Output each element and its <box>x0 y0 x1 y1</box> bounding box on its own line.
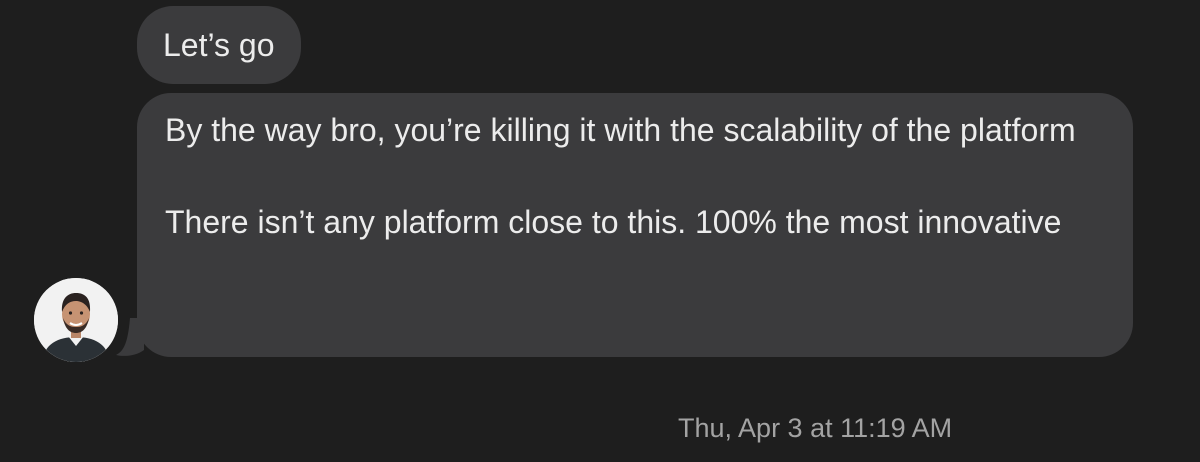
message-text: There isn’t any platform close to this. … <box>165 204 1062 240</box>
message-bubble[interactable]: Let’s go <box>137 6 301 84</box>
person-avatar-icon <box>34 278 118 362</box>
message-timestamp: Thu, Apr 3 at 11:19 AM <box>678 413 953 443</box>
sender-avatar[interactable] <box>34 278 118 362</box>
bubble-tail-icon <box>116 318 144 356</box>
message-text: Let’s go <box>163 27 275 63</box>
message-bubble[interactable]: By the way bro, you’re killing it with t… <box>137 93 1133 357</box>
message-text: By the way bro, you’re killing it with t… <box>165 112 1076 148</box>
